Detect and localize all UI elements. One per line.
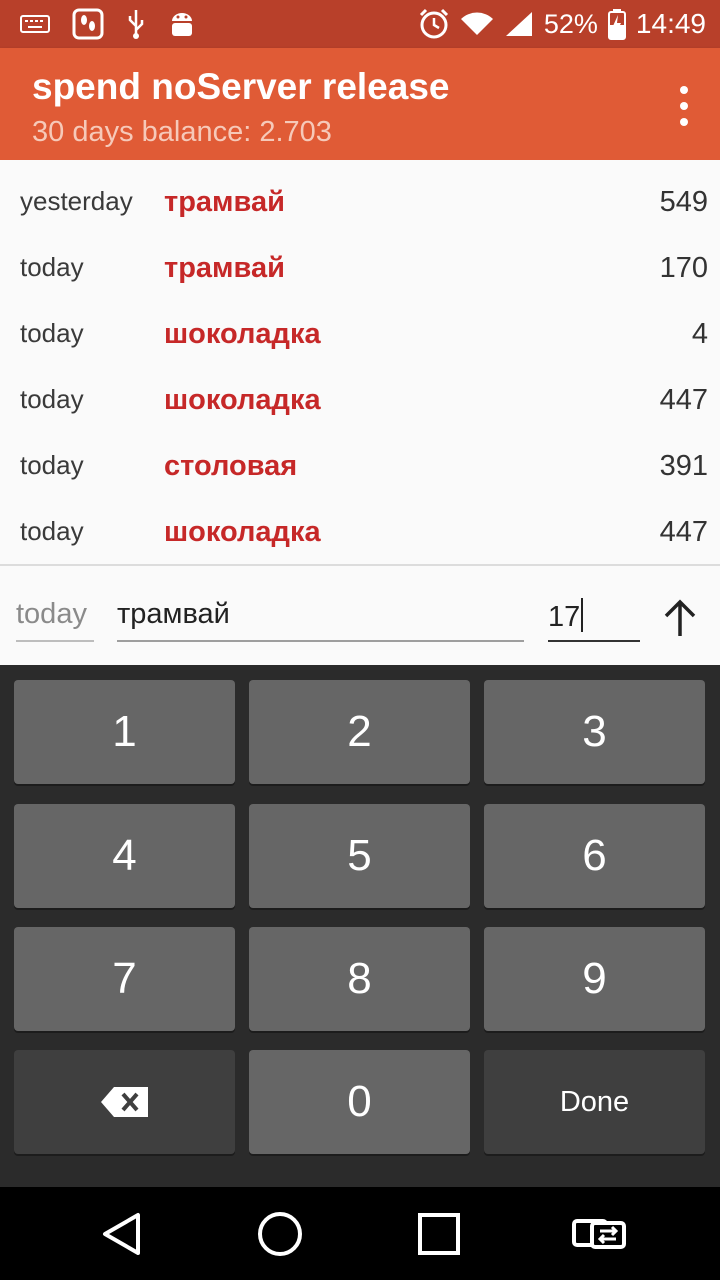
entry-category: столовая (164, 450, 298, 482)
numeric-keyboard: 1 2 3 4 5 6 7 8 9 0 Done (0, 665, 720, 1187)
entry-category: шоколадка (164, 516, 321, 548)
list-item[interactable]: today трамвай 170 (0, 226, 720, 292)
backspace-key[interactable] (14, 1050, 235, 1154)
entry-date: today (20, 516, 84, 546)
entry-date: yesterday (20, 186, 133, 216)
key-7[interactable]: 7 (14, 927, 235, 1031)
switch-app-icon[interactable] (572, 1209, 626, 1259)
entry-category: шоколадка (164, 318, 321, 350)
list-item[interactable]: yesterday трамвай 549 (0, 160, 720, 226)
key-9[interactable]: 9 (484, 927, 705, 1031)
app-bar: spend noServer release 30 days balance: … (0, 48, 720, 160)
done-key[interactable]: Done (484, 1050, 705, 1154)
battery-percent: 52% (543, 8, 598, 39)
text-cursor (581, 598, 584, 632)
home-icon[interactable] (255, 1209, 305, 1259)
entry-category: трамвай (164, 252, 285, 284)
app-notification-icon (72, 8, 104, 40)
entry-date: today (20, 252, 84, 282)
entry-amount: 447 (659, 384, 708, 416)
entry-amount: 170 (659, 252, 708, 284)
key-3[interactable]: 3 (484, 680, 705, 784)
expense-list: yesterday трамвай 549 today трамвай 170 … (0, 160, 720, 564)
app-screen: { "status_bar": { "battery": "52%", "tim… (0, 0, 720, 1280)
list-item[interactable]: today шоколадка 4 (0, 292, 720, 358)
battery-charging-icon (607, 8, 626, 40)
list-item[interactable]: today шоколадка 447 (0, 358, 720, 424)
signal-icon (504, 10, 534, 38)
key-0[interactable]: 0 (249, 1050, 470, 1154)
key-1[interactable]: 1 (14, 680, 235, 784)
entry-amount: 391 (659, 450, 708, 482)
wifi-icon (460, 11, 494, 37)
android-debug-icon (168, 9, 196, 39)
system-nav-bar (0, 1187, 720, 1280)
entry-date: today (20, 318, 84, 348)
key-8[interactable]: 8 (249, 927, 470, 1031)
list-item[interactable]: today шоколадка 447 (0, 490, 720, 556)
balance-subtitle: 30 days balance: 2.703 (32, 116, 332, 148)
backspace-icon (100, 1087, 148, 1117)
recent-apps-icon[interactable] (414, 1209, 464, 1259)
submit-arrow-up-icon[interactable] (660, 596, 700, 640)
entry-date: today (20, 384, 84, 414)
entry-amount: 549 (659, 186, 708, 218)
entry-amount: 447 (659, 516, 708, 548)
entry-category: шоколадка (164, 384, 321, 416)
app-title: spend noServer release (32, 66, 450, 107)
clock: 14:49 (635, 8, 706, 39)
category-field[interactable]: трамвай (117, 598, 524, 642)
status-bar: 52% 14:49 (0, 0, 720, 48)
key-5[interactable]: 5 (249, 804, 470, 908)
new-entry-bar: today трамвай 17 (0, 564, 720, 665)
key-2[interactable]: 2 (249, 680, 470, 784)
keyboard-icon (20, 14, 50, 34)
usb-icon (126, 8, 146, 40)
key-4[interactable]: 4 (14, 804, 235, 908)
list-item[interactable]: today столовая 391 (0, 424, 720, 490)
amount-field[interactable]: 17 (548, 598, 640, 642)
date-field[interactable]: today (16, 598, 94, 642)
key-6[interactable]: 6 (484, 804, 705, 908)
back-icon[interactable] (98, 1209, 148, 1259)
amount-value: 17 (548, 601, 581, 633)
entry-category: трамвай (164, 186, 285, 218)
entry-amount: 4 (691, 318, 708, 350)
overflow-menu-icon[interactable] (676, 86, 692, 126)
entry-date: today (20, 450, 84, 480)
alarm-icon (418, 8, 450, 40)
